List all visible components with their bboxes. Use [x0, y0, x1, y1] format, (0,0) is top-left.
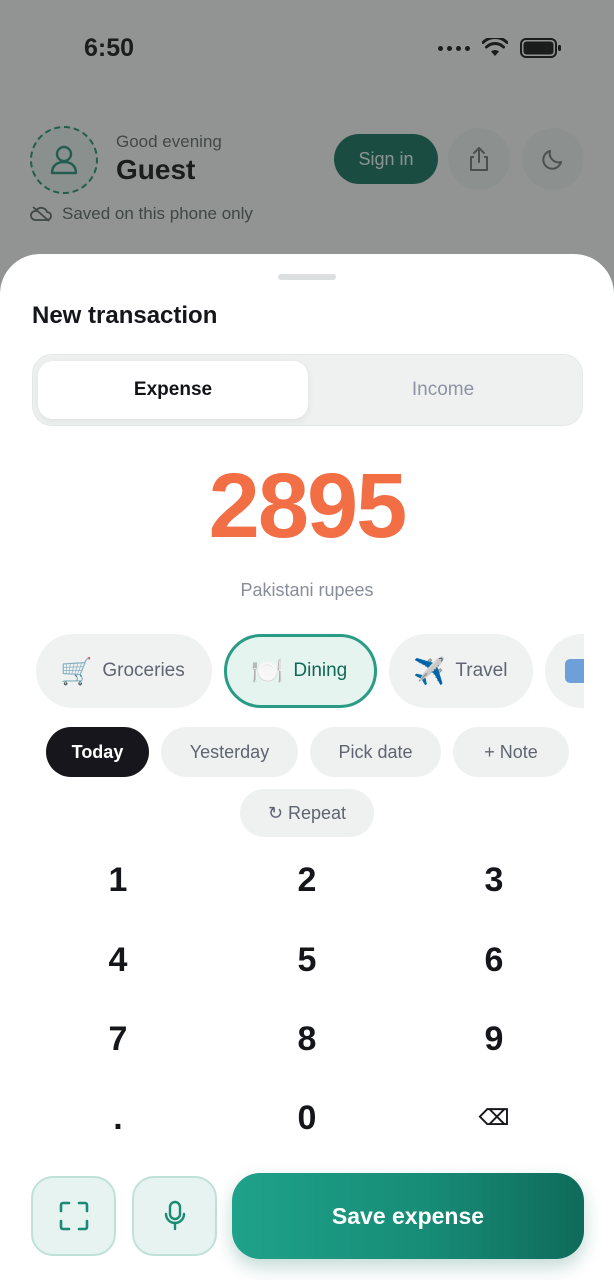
key-6[interactable]: 6: [424, 924, 564, 996]
category-label: Travel: [455, 660, 508, 681]
date-pick[interactable]: Pick date: [310, 727, 441, 777]
add-note-button[interactable]: + Note: [453, 727, 569, 777]
key-5[interactable]: 5: [237, 924, 377, 996]
repeat-button[interactable]: ↻ Repeat: [240, 789, 374, 837]
key-4[interactable]: 4: [48, 924, 188, 996]
key-7[interactable]: 7: [48, 1003, 188, 1075]
key-9[interactable]: 9: [424, 1003, 564, 1075]
category-partial-icon: [565, 659, 584, 683]
key-3[interactable]: 3: [424, 844, 564, 916]
sheet-drag-handle[interactable]: [278, 274, 336, 280]
key-2[interactable]: 2: [237, 844, 377, 916]
scan-receipt-button[interactable]: [31, 1176, 116, 1256]
category-travel[interactable]: ✈️ Travel: [389, 634, 533, 708]
key-8[interactable]: 8: [237, 1003, 377, 1075]
microphone-icon: [164, 1200, 185, 1231]
voice-input-button[interactable]: [132, 1176, 217, 1256]
scan-icon: [59, 1201, 88, 1231]
plate-icon: 🍽️: [251, 655, 284, 686]
category-list: 🛒 Groceries 🍽️ Dining ✈️ Travel: [0, 634, 584, 710]
category-dining[interactable]: 🍽️ Dining: [224, 634, 377, 708]
category-more[interactable]: [545, 634, 584, 708]
new-transaction-sheet: New transaction Expense Income 2895 Paki…: [0, 254, 614, 1280]
cart-icon: 🛒: [60, 655, 93, 686]
sheet-title: New transaction: [32, 302, 218, 329]
transaction-type-toggle: Expense Income: [32, 354, 583, 426]
backspace-key[interactable]: ⌫: [424, 1082, 564, 1154]
key-1[interactable]: 1: [48, 844, 188, 916]
category-label: Groceries: [102, 660, 185, 681]
airplane-icon: ✈️: [413, 655, 446, 686]
key-decimal[interactable]: .: [48, 1082, 188, 1154]
category-groceries[interactable]: 🛒 Groceries: [36, 634, 212, 708]
currency-label: Pakistani rupees: [240, 580, 374, 600]
tab-income[interactable]: Income: [308, 361, 578, 419]
date-today[interactable]: Today: [46, 727, 149, 777]
amount-display: 2895: [208, 455, 408, 557]
save-expense-button[interactable]: Save expense: [232, 1173, 584, 1259]
date-yesterday[interactable]: Yesterday: [161, 727, 298, 777]
key-0[interactable]: 0: [237, 1082, 377, 1154]
category-label: Dining: [293, 660, 348, 681]
tab-expense[interactable]: Expense: [38, 361, 308, 419]
